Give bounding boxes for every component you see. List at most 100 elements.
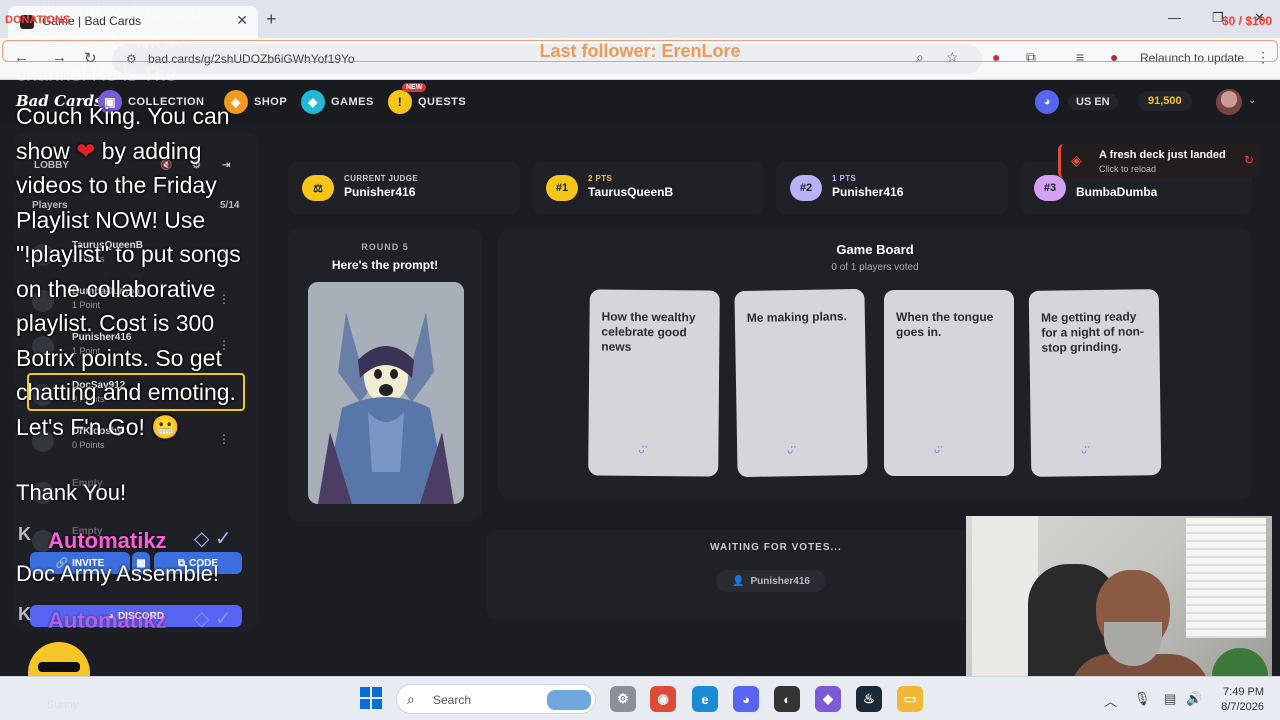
settings-app-icon[interactable]: ⚙ (610, 686, 636, 712)
board-vote-status: 0 of 1 players voted (831, 262, 919, 273)
minimize-icon[interactable]: — (1168, 10, 1181, 25)
round-label: ROUND 5 (361, 242, 409, 252)
taskbar-search-label: Search (433, 693, 472, 707)
answer-card[interactable]: Me making plans. ᵕ̈ (734, 288, 868, 478)
overlay-faded-line: channel He is The (16, 64, 177, 86)
answer-card[interactable]: When the tongue goes in. ᵕ̈ (884, 290, 1014, 476)
chat-line-emoji: Let's F'n Go! 😬 (16, 410, 288, 445)
chat-line-heart: show ❤ by adding (16, 134, 288, 169)
discord-icon[interactable]: ◕ (1035, 90, 1059, 114)
quests-icon: ! (388, 90, 412, 114)
user-avatar[interactable] (1216, 89, 1242, 115)
bot-username: Automatikz (48, 528, 167, 553)
kick-icon: K (18, 524, 31, 544)
nav-games[interactable]: ◆ GAMES (301, 90, 374, 114)
windows-start-icon[interactable] (360, 687, 382, 709)
prompt-figure-illustration (308, 282, 464, 504)
microphone-icon[interactable]: 🎙 (1134, 691, 1151, 707)
nav-quests[interactable]: ! QUESTS (388, 90, 466, 114)
volume-icon[interactable]: 🔊 (1186, 691, 1202, 707)
rank-name: Punisher416 (832, 185, 904, 199)
rank-card: #1 2 PTS TaurusQueenB (532, 162, 764, 214)
chevron-down-icon[interactable]: ⌄ (1248, 95, 1256, 106)
edge-app-icon[interactable]: e (692, 686, 718, 712)
prompt-title: Here's the prompt! (331, 258, 439, 272)
last-follower: Last follower: ErenLore (539, 41, 741, 61)
judge-label: CURRENT JUDGE (344, 174, 419, 183)
chat-fragment: Let's F'n Go! (16, 413, 145, 440)
tray-chevron-icon[interactable]: ︿ (1104, 691, 1117, 710)
reload-icon[interactable]: ↻ (1244, 153, 1254, 167)
chat-line: playlist. Cost is 300 (16, 310, 215, 336)
card-face-icon: ᵕ̈ (787, 444, 794, 462)
rank-points: 1 PTS (832, 174, 857, 183)
card-face-icon: ᵕ̈ (1080, 444, 1088, 462)
rank-card: #2 1 PTS Punisher416 (776, 162, 1008, 214)
chat-line: "!playlist" to put songs (16, 241, 241, 267)
webcam-window-blinds (1186, 518, 1266, 638)
deck-icon: ◈ (1071, 152, 1082, 168)
coins-balance[interactable]: 91,500 (1138, 91, 1192, 111)
rank-badge: #1 (546, 175, 578, 201)
steam-app-icon[interactable]: ♨ (856, 686, 882, 712)
rank-name: TaurusQueenB (588, 185, 674, 199)
clock-time: 7:49 PM (1223, 686, 1264, 698)
search-highlight-image (547, 690, 591, 710)
new-deck-toast[interactable]: ◈ A fresh deck just landed Click to relo… (1058, 144, 1262, 178)
waiting-player-name: Punisher416 (750, 575, 810, 587)
answer-card[interactable]: How the wealthy celebrate good news ᵕ̈ (588, 289, 720, 477)
donations-label: DONATIONS (5, 14, 71, 26)
chat-line: Playlist NOW! Use (16, 206, 206, 233)
chat-highlight-box (27, 373, 245, 411)
chat-line: on the collaborative (16, 275, 216, 302)
waiting-player-chip: 👤 Punisher416 (716, 570, 826, 592)
thanks-message: Thank You! (16, 480, 127, 505)
judge-name: Punisher416 (344, 185, 416, 199)
sunglasses-shape (38, 662, 80, 672)
webcam-feed (966, 516, 1272, 688)
locale-selector[interactable]: US EN (1068, 94, 1118, 110)
current-judge-card: ⚖ CURRENT JUDGE Punisher416 (288, 162, 520, 214)
card-face-icon: ᵕ̈ (638, 443, 645, 461)
grin-emoji-icon: 😬 (151, 413, 180, 440)
nav-quests-label: QUESTS (418, 96, 467, 108)
taskbar-clock[interactable]: 7:49 PM 8/7/2026 (1210, 685, 1264, 715)
board-title: Game Board (836, 242, 914, 257)
toast-subtitle: Click to reload (1099, 164, 1157, 174)
prompt-image (308, 282, 464, 504)
donation-goal: $0 / $100 (1222, 14, 1273, 28)
chat-line: Couch King. You can (16, 103, 230, 129)
chrome-app-icon[interactable]: ◉ (650, 686, 676, 712)
new-badge: NEW (402, 83, 427, 92)
weather-label: Sunny (47, 699, 79, 711)
diamond-verified-icon: ◇ ✓ (194, 608, 232, 630)
chat-line: Botrix points. So get (16, 344, 222, 371)
taskbar-search[interactable]: ⌕ Search (396, 684, 596, 714)
games-icon: ◆ (301, 90, 325, 114)
tab-close-icon[interactable]: ✕ (236, 12, 248, 29)
user-icon: 👤 (732, 575, 745, 587)
diamond-verified-icon: ◇ ✓ (194, 528, 232, 550)
chat-fragment: by adding (101, 137, 202, 164)
answer-card-text: How the wealthy celebrate good news (601, 309, 696, 354)
rank-name: BumbaDumba (1076, 185, 1158, 199)
obs-app-icon[interactable]: ◐ (774, 686, 800, 712)
answer-card[interactable]: Me getting ready for a night of non-stop… (1028, 289, 1162, 477)
bot-username: Automatikz (48, 608, 167, 633)
judge-gavel-icon: ⚖ (302, 175, 334, 201)
new-tab-icon[interactable]: + (266, 9, 277, 30)
file-explorer-icon[interactable]: ▭ (897, 686, 923, 712)
toast-title: A fresh deck just landed (1099, 149, 1226, 161)
chat-fragment: show (16, 137, 70, 164)
heart-icon: ❤ (76, 137, 96, 164)
rank-badge: #2 (790, 175, 822, 201)
rank-badge: #3 (1034, 175, 1066, 201)
rank-points: 2 PTS (588, 174, 613, 183)
army-message: Doc Army Assemble! (16, 561, 219, 586)
discord-app-icon[interactable]: ◕ (733, 686, 759, 712)
card-face-icon: ᵕ̈ (934, 444, 941, 461)
answer-card-text: Me making plans. (746, 309, 847, 325)
app-diamond-icon[interactable]: ◆ (815, 686, 841, 712)
answer-card-text: When the tongue goes in. (896, 310, 994, 339)
network-icon[interactable]: ▤ (1164, 691, 1176, 707)
